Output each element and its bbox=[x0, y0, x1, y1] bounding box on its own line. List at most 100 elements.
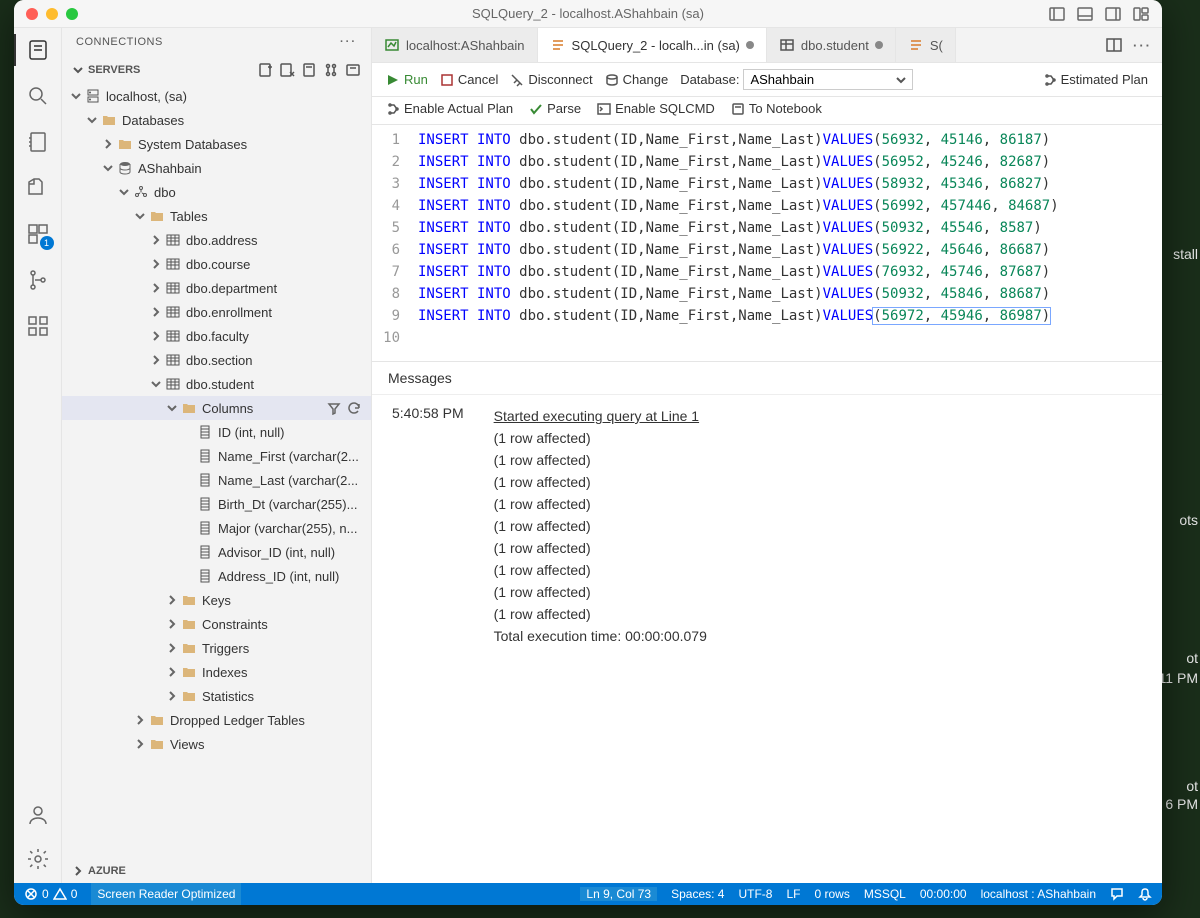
tree-label: Statistics bbox=[202, 689, 254, 704]
tree-item[interactable]: Advisor_ID (int, null) bbox=[62, 540, 371, 564]
azure-section[interactable]: AZURE bbox=[62, 859, 371, 883]
notebooks-icon[interactable] bbox=[24, 128, 52, 156]
widgets-icon[interactable] bbox=[24, 312, 52, 340]
modified-dot-icon bbox=[875, 41, 883, 49]
refresh-icon[interactable] bbox=[347, 401, 361, 415]
code-editor[interactable]: 1INSERT INTO dbo.student(ID,Name_First,N… bbox=[372, 125, 1162, 361]
tree-item[interactable]: Birth_Dt (varchar(255)... bbox=[62, 492, 371, 516]
actual-plan-button[interactable]: Enable Actual Plan bbox=[386, 101, 513, 116]
collapse-icon[interactable] bbox=[345, 62, 361, 78]
tree-item[interactable]: dbo.faculty bbox=[62, 324, 371, 348]
tab-dashboard[interactable]: localhost:AShahbain bbox=[372, 28, 538, 62]
new-notebook-icon[interactable] bbox=[301, 62, 317, 78]
tab-extra[interactable]: S( bbox=[896, 28, 956, 62]
tree-item[interactable]: dbo bbox=[62, 180, 371, 204]
chevron-right-icon bbox=[148, 233, 164, 247]
panel-left-icon[interactable] bbox=[1048, 5, 1066, 23]
tree-item[interactable]: Name_First (varchar(2... bbox=[62, 444, 371, 468]
status-connection[interactable]: localhost : AShahbain bbox=[981, 887, 1096, 901]
status-rows[interactable]: 0 rows bbox=[815, 887, 850, 901]
minimize-icon[interactable] bbox=[46, 8, 58, 20]
maximize-icon[interactable] bbox=[66, 8, 78, 20]
extensions-icon[interactable]: 1 bbox=[24, 220, 52, 248]
account-icon[interactable] bbox=[24, 801, 52, 829]
status-position[interactable]: Ln 9, Col 73 bbox=[580, 887, 657, 901]
explorer-icon[interactable] bbox=[24, 174, 52, 202]
estimated-plan-button[interactable]: Estimated Plan bbox=[1043, 72, 1148, 87]
tree-item[interactable]: Major (varchar(255), n... bbox=[62, 516, 371, 540]
tab-more-icon[interactable]: ··· bbox=[1133, 38, 1152, 53]
tree-item[interactable]: dbo.department bbox=[62, 276, 371, 300]
database-input[interactable] bbox=[743, 69, 913, 90]
tree-item[interactable]: Columns bbox=[62, 396, 371, 420]
status-problems[interactable]: 00 bbox=[24, 887, 77, 901]
tab-query[interactable]: SQLQuery_2 - localh...in (sa) bbox=[538, 28, 767, 62]
tree-item[interactable]: Keys bbox=[62, 588, 371, 612]
tree-item[interactable]: Views bbox=[62, 732, 371, 756]
tree-item[interactable]: ID (int, null) bbox=[62, 420, 371, 444]
tree-item[interactable]: dbo.course bbox=[62, 252, 371, 276]
tree-label: dbo.faculty bbox=[186, 329, 249, 344]
tree-item[interactable]: dbo.address bbox=[62, 228, 371, 252]
new-connection-icon[interactable] bbox=[257, 62, 273, 78]
messages-tab[interactable]: Messages bbox=[372, 362, 1162, 395]
more-icon[interactable]: ··· bbox=[340, 36, 357, 48]
tree-icon bbox=[148, 713, 166, 727]
settings-icon[interactable] bbox=[24, 845, 52, 873]
tree-item[interactable]: dbo.student bbox=[62, 372, 371, 396]
tree-item[interactable]: Triggers bbox=[62, 636, 371, 660]
tree-label: dbo.student bbox=[186, 377, 254, 392]
panel-bottom-icon[interactable] bbox=[1076, 5, 1094, 23]
sqlcmd-button[interactable]: Enable SQLCMD bbox=[597, 101, 715, 116]
tree-label: dbo.department bbox=[186, 281, 277, 296]
tree-item[interactable]: dbo.section bbox=[62, 348, 371, 372]
new-query-icon[interactable] bbox=[279, 62, 295, 78]
tree-label: Views bbox=[170, 737, 204, 752]
status-encoding[interactable]: UTF-8 bbox=[738, 887, 772, 901]
tab-table[interactable]: dbo.student bbox=[767, 28, 896, 62]
tree-item[interactable]: dbo.enrollment bbox=[62, 300, 371, 324]
tree-item[interactable]: System Databases bbox=[62, 132, 371, 156]
cancel-button[interactable]: Cancel bbox=[440, 72, 498, 87]
chevron-right-icon bbox=[148, 305, 164, 319]
change-connection-button[interactable]: Change bbox=[605, 72, 669, 87]
layout-icon[interactable] bbox=[1132, 5, 1150, 23]
panel-right-icon[interactable] bbox=[1104, 5, 1122, 23]
status-eol[interactable]: LF bbox=[786, 887, 800, 901]
split-icon[interactable] bbox=[1105, 36, 1123, 54]
source-control-icon[interactable] bbox=[24, 266, 52, 294]
status-language[interactable]: MSSQL bbox=[864, 887, 906, 901]
deploy-icon[interactable] bbox=[323, 62, 339, 78]
tree-item[interactable]: Databases bbox=[62, 108, 371, 132]
chevron-right-icon bbox=[132, 737, 148, 751]
connections-tree: localhost, (sa)DatabasesSystem Databases… bbox=[62, 84, 371, 859]
disconnect-button[interactable]: Disconnect bbox=[510, 72, 592, 87]
message-link[interactable]: Started executing query at Line 1 bbox=[494, 405, 707, 427]
tree-item[interactable]: Address_ID (int, null) bbox=[62, 564, 371, 588]
tree-icon bbox=[180, 617, 198, 631]
status-screen-reader[interactable]: Screen Reader Optimized bbox=[91, 883, 241, 905]
status-spaces[interactable]: Spaces: 4 bbox=[671, 887, 724, 901]
tree-label: Address_ID (int, null) bbox=[218, 569, 339, 584]
feedback-icon[interactable] bbox=[1110, 887, 1124, 901]
bell-icon[interactable] bbox=[1138, 887, 1152, 901]
tree-item[interactable]: Constraints bbox=[62, 612, 371, 636]
connections-icon[interactable] bbox=[24, 36, 52, 64]
tree-label: dbo bbox=[154, 185, 176, 200]
tree-item[interactable]: Dropped Ledger Tables bbox=[62, 708, 371, 732]
status-time[interactable]: 00:00:00 bbox=[920, 887, 967, 901]
tree-item[interactable]: Name_Last (varchar(2... bbox=[62, 468, 371, 492]
tree-label: Constraints bbox=[202, 617, 268, 632]
search-icon[interactable] bbox=[24, 82, 52, 110]
tree-item[interactable]: AShahbain bbox=[62, 156, 371, 180]
run-button[interactable]: Run bbox=[386, 72, 428, 87]
tree-item[interactable]: localhost, (sa) bbox=[62, 84, 371, 108]
to-notebook-button[interactable]: To Notebook bbox=[731, 101, 822, 116]
tree-item[interactable]: Statistics bbox=[62, 684, 371, 708]
filter-icon[interactable] bbox=[327, 401, 341, 415]
close-icon[interactable] bbox=[26, 8, 38, 20]
tree-item[interactable]: Indexes bbox=[62, 660, 371, 684]
parse-button[interactable]: Parse bbox=[529, 101, 581, 116]
tree-item[interactable]: Tables bbox=[62, 204, 371, 228]
servers-section[interactable]: SERVERS bbox=[62, 56, 371, 84]
